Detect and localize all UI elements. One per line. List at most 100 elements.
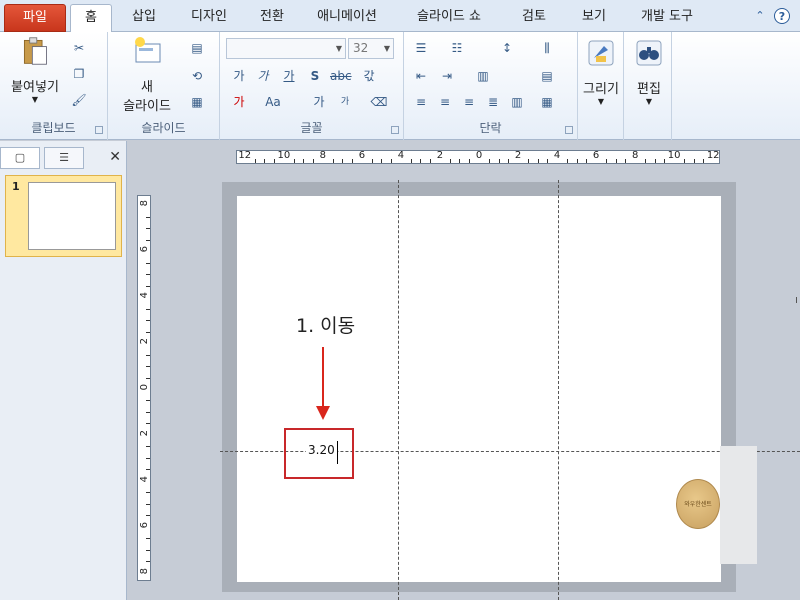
increase-indent-icon[interactable]: ⇥ <box>438 68 456 84</box>
minimize-ribbon-icon[interactable]: ⌃ <box>752 8 768 24</box>
tab-slides-thumbnails[interactable]: ▢ <box>0 147 40 169</box>
font-name-combo[interactable]: ▼ <box>226 38 346 59</box>
numbering-icon[interactable]: ☷ <box>448 40 466 56</box>
ruler-tick <box>146 561 150 563</box>
columns-icon[interactable]: ▥ <box>474 68 492 84</box>
tab-file[interactable]: 파일 <box>4 4 66 32</box>
shrink-font-icon[interactable]: 가 <box>336 94 354 110</box>
tab-developer[interactable]: 개발 도구 <box>628 4 706 32</box>
paste-label: 붙여넣기 <box>11 80 59 95</box>
bold-icon[interactable]: 가 <box>230 68 248 84</box>
cut-icon[interactable]: ✂ <box>70 40 88 56</box>
grow-font-icon[interactable]: 가 <box>310 94 328 110</box>
clipboard-launcher-icon[interactable] <box>95 126 103 134</box>
ruler-tick <box>146 239 150 241</box>
shadow-icon[interactable]: S <box>306 68 324 84</box>
spacing-icon[interactable]: 갃 <box>360 68 378 84</box>
editing-label: 편집 <box>637 82 661 97</box>
new-slide-label-2: 슬라이드 <box>123 99 171 114</box>
editing-button[interactable]: 편집 ▼ <box>628 38 670 106</box>
tab-design[interactable]: 디자인 <box>180 4 238 32</box>
distribute-icon[interactable]: ▥ <box>508 94 526 110</box>
slide-thumbnail-selected[interactable]: 1 <box>5 175 122 257</box>
vertical-guide-right[interactable] <box>558 180 559 600</box>
align-right-icon[interactable]: ≡ <box>460 94 478 110</box>
italic-icon[interactable]: 가 <box>254 68 272 84</box>
font-launcher-icon[interactable] <box>391 126 399 134</box>
ruler-label: 6 <box>592 150 600 161</box>
ruler-label: 8 <box>139 200 150 207</box>
align-center-icon[interactable]: ≡ <box>436 94 454 110</box>
new-slide-button[interactable]: 새 슬라이드 <box>112 36 182 114</box>
tab-insert[interactable]: 삽입 <box>120 4 168 32</box>
ruler-tick <box>566 159 568 163</box>
copy-icon[interactable]: ❐ <box>70 66 88 82</box>
decrease-indent-icon[interactable]: ⇤ <box>412 68 430 84</box>
strikethrough-icon[interactable]: abc <box>330 68 352 84</box>
ruler-tick <box>146 457 150 459</box>
ruler-label: 2 <box>436 150 444 161</box>
ruler-tick <box>537 159 539 163</box>
drawing-button[interactable]: 그리기 ▼ <box>580 38 622 106</box>
justify-icon[interactable]: ≣ <box>484 94 502 110</box>
paste-button[interactable]: 붙여넣기 ▼ <box>6 36 64 104</box>
ruler-tick <box>146 308 150 310</box>
vertical-guide-center[interactable] <box>398 180 399 600</box>
down-arrow-icon <box>322 347 324 409</box>
ruler-tick <box>693 159 695 163</box>
layout-icon[interactable]: ▤ <box>188 40 206 56</box>
align-text-icon[interactable]: ▤ <box>538 68 556 84</box>
ruler-tick <box>146 377 150 379</box>
font-color-icon[interactable]: 가 <box>230 94 248 110</box>
paste-icon <box>23 37 47 65</box>
vertical-ruler[interactable]: 8 6 4 2 0 2 4 6 8 <box>137 195 151 581</box>
font-size-value: 32 <box>353 41 369 55</box>
paragraph-launcher-icon[interactable] <box>565 126 573 134</box>
format-painter-icon[interactable]: 🖌 <box>70 92 88 108</box>
section-icon[interactable]: ▦ <box>188 94 206 110</box>
smartart-icon[interactable]: ▦ <box>538 94 556 110</box>
new-slide-icon <box>135 37 161 63</box>
tab-view[interactable]: 보기 <box>570 4 618 32</box>
tab-review[interactable]: 검토 <box>510 4 558 32</box>
font-group-label: 글꼴 <box>300 121 323 135</box>
align-left-icon[interactable]: ≡ <box>412 94 430 110</box>
ruler-tick <box>146 492 150 494</box>
reset-icon[interactable]: ⟲ <box>188 68 206 84</box>
ruler-tick <box>146 411 150 413</box>
ruler-tick <box>576 159 578 163</box>
ruler-label: 8 <box>631 150 639 161</box>
ruler-tick <box>254 159 256 163</box>
clear-format-icon[interactable]: ⌫ <box>370 94 388 110</box>
tab-home[interactable]: 홈 <box>70 4 112 33</box>
new-slide-label-1: 새 <box>141 80 153 95</box>
ruler-label: 2 <box>139 429 150 437</box>
change-case-icon[interactable]: Aa <box>264 94 282 110</box>
help-icon[interactable]: ? <box>774 8 790 24</box>
tab-slideshow[interactable]: 슬라이드 쇼 <box>408 4 490 32</box>
ruler-tick <box>420 159 422 163</box>
chevron-down-icon: ▼ <box>383 44 390 53</box>
stamp-text: 와우한센트 <box>684 501 712 508</box>
tab-animations[interactable]: 애니메이션 <box>306 4 388 32</box>
ruler-label: 4 <box>139 292 150 299</box>
underline-icon[interactable]: 가 <box>280 68 298 84</box>
slide-thumbnail <box>28 182 116 250</box>
gray-rectangle <box>720 446 757 564</box>
close-icon[interactable]: ✕ <box>109 149 121 165</box>
line-spacing-icon[interactable]: ↕ <box>498 40 516 56</box>
ruler-label: 0 <box>139 384 150 391</box>
tab-outline[interactable]: ☰ <box>44 147 84 169</box>
tab-transitions[interactable]: 전환 <box>248 4 296 32</box>
font-size-combo[interactable]: 32 ▼ <box>348 38 394 59</box>
ruler-label: 8 <box>139 567 150 575</box>
ruler-label: 6 <box>139 246 150 253</box>
bullets-icon[interactable]: ☰ <box>412 40 430 56</box>
ribbon: 붙여넣기 ▼ ✂ ❐ 🖌 클립보드 새 슬라이드 ▤ ⟲ ▦ 슬라이드 ▼ 32… <box>0 32 800 140</box>
slide-canvas[interactable] <box>237 196 721 582</box>
text-direction-icon[interactable]: ⫼ <box>538 40 556 56</box>
edge-marker <box>796 297 800 303</box>
drawing-group: 그리기 ▼ <box>578 32 624 140</box>
ruler-label: 2 <box>139 338 150 345</box>
horizontal-ruler[interactable]: 12 10 8 6 4 2 0 2 4 6 8 10 12 <box>236 150 720 164</box>
